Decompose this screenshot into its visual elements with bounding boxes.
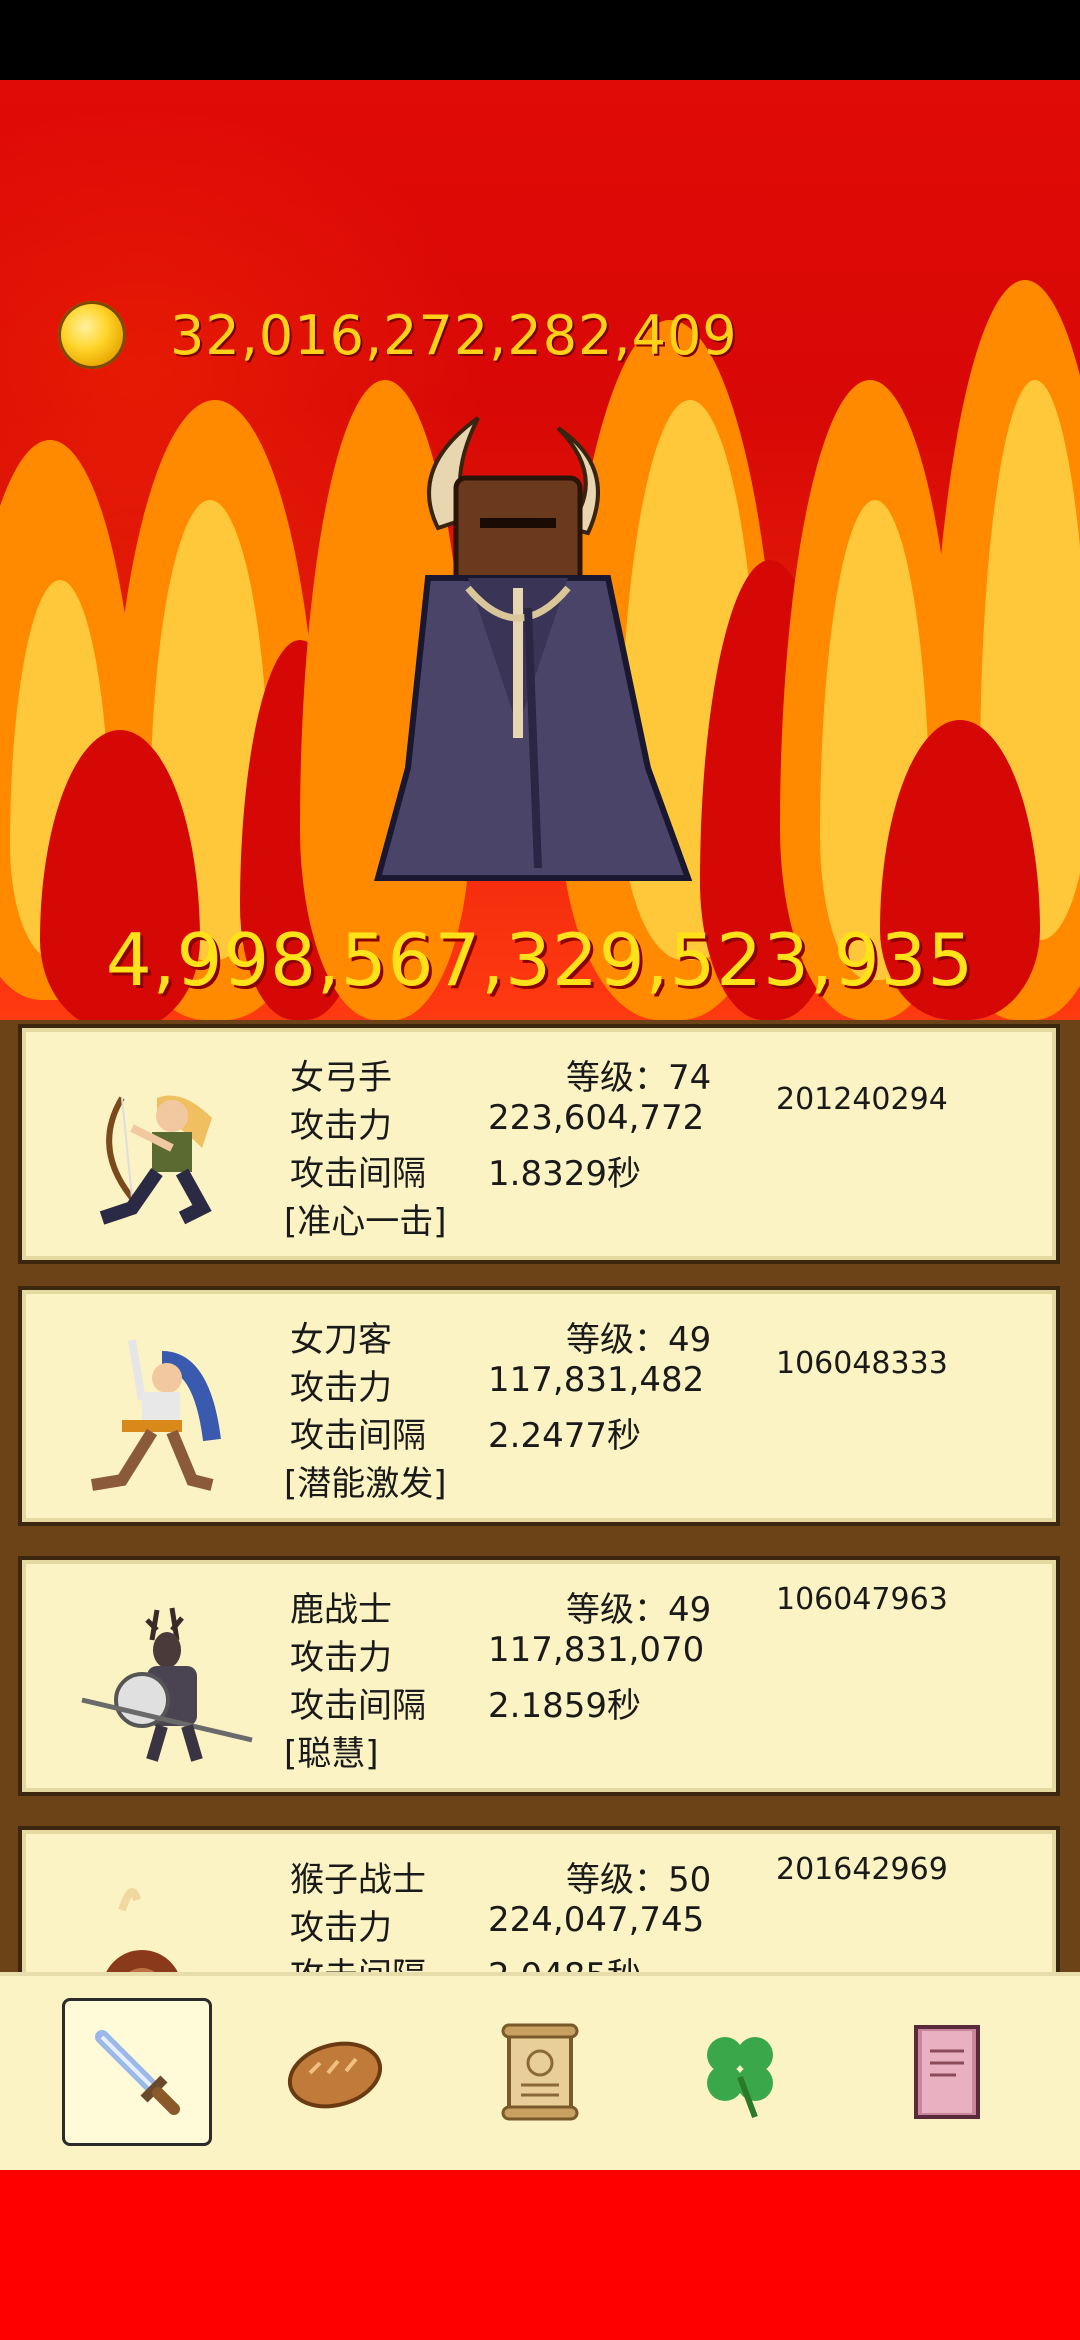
damage-popup: 201240294 [776, 1082, 948, 1117]
damage-popup: 106048333 [776, 1346, 948, 1381]
attack-value: 117,831,070 [488, 1630, 705, 1670]
book-icon [914, 2025, 980, 2119]
attack-label: 攻击力 [290, 1368, 392, 1408]
damage-popup: 201642969 [776, 1852, 948, 1887]
hero-name: 鹿战士 [290, 1590, 392, 1630]
hero-name: 女刀客 [290, 1320, 392, 1360]
hero-name: 猴子战士 [290, 1860, 426, 1900]
hero-skill: [聪慧] [284, 1734, 379, 1774]
hero-name: 女弓手 [290, 1058, 392, 1098]
interval-label: 攻击间隔 [290, 1416, 426, 1456]
attack-value: 117,831,482 [488, 1360, 705, 1400]
tab-luck[interactable] [665, 1998, 815, 2146]
gold-counter: 32,016,272,282,409 [58, 300, 738, 370]
gold-coin-icon [58, 301, 126, 369]
tab-heroes[interactable] [62, 1998, 212, 2146]
hero-level: 等级：50 [566, 1860, 712, 1900]
scroll-icon [501, 2023, 579, 2121]
gold-amount: 32,016,272,282,409 [170, 303, 738, 367]
hero-level: 等级：49 [566, 1320, 712, 1360]
status-bar [0, 0, 1080, 80]
bread-icon [287, 2041, 383, 2109]
hero-skill: [准心一击] [284, 1202, 447, 1242]
attack-label: 攻击力 [290, 1106, 392, 1146]
tab-scroll[interactable] [465, 1998, 615, 2146]
female-swordswoman-portrait [91, 1339, 221, 1491]
hero-card-archer[interactable]: 女弓手 等级：74 攻击力 223,604,772 攻击间隔 1.8329秒 [… [18, 1024, 1060, 1264]
interval-label: 攻击间隔 [290, 1686, 426, 1726]
bottom-banner [0, 2170, 1080, 2340]
attack-label: 攻击力 [290, 1908, 392, 1948]
tab-book[interactable] [870, 1998, 1020, 2146]
female-archer-portrait [99, 1095, 212, 1225]
interval-value: 2.2477秒 [488, 1416, 641, 1456]
attack-value: 224,047,745 [488, 1900, 705, 1940]
tab-food[interactable] [260, 1998, 410, 2146]
horned-demon-boss[interactable] [368, 408, 698, 888]
hero-level: 等级：49 [566, 1590, 712, 1630]
boss-hp-value: 4,998,567,329,523,935 [105, 918, 975, 1002]
hero-card-deer-warrior[interactable]: 鹿战士 等级：49 攻击力 117,831,070 攻击间隔 2.1859秒 [… [18, 1556, 1060, 1796]
interval-value: 1.8329秒 [488, 1154, 641, 1194]
bottom-tab-bar [0, 1972, 1080, 2174]
interval-label: 攻击间隔 [290, 1154, 426, 1194]
interval-value: 2.1859秒 [488, 1686, 641, 1726]
hero-card-swordswoman[interactable]: 女刀客 等级：49 攻击力 117,831,482 攻击间隔 2.2477秒 [… [18, 1286, 1060, 1526]
deer-warrior-portrait [81, 1607, 253, 1762]
attack-label: 攻击力 [290, 1638, 392, 1678]
attack-value: 223,604,772 [488, 1098, 705, 1138]
hero-skill: [潜能激发] [284, 1464, 447, 1504]
sword-icon [95, 2030, 180, 2115]
hero-level: 等级：74 [566, 1058, 712, 1098]
four-leaf-clover-icon [707, 2037, 773, 2119]
damage-popup: 106047963 [776, 1582, 948, 1617]
